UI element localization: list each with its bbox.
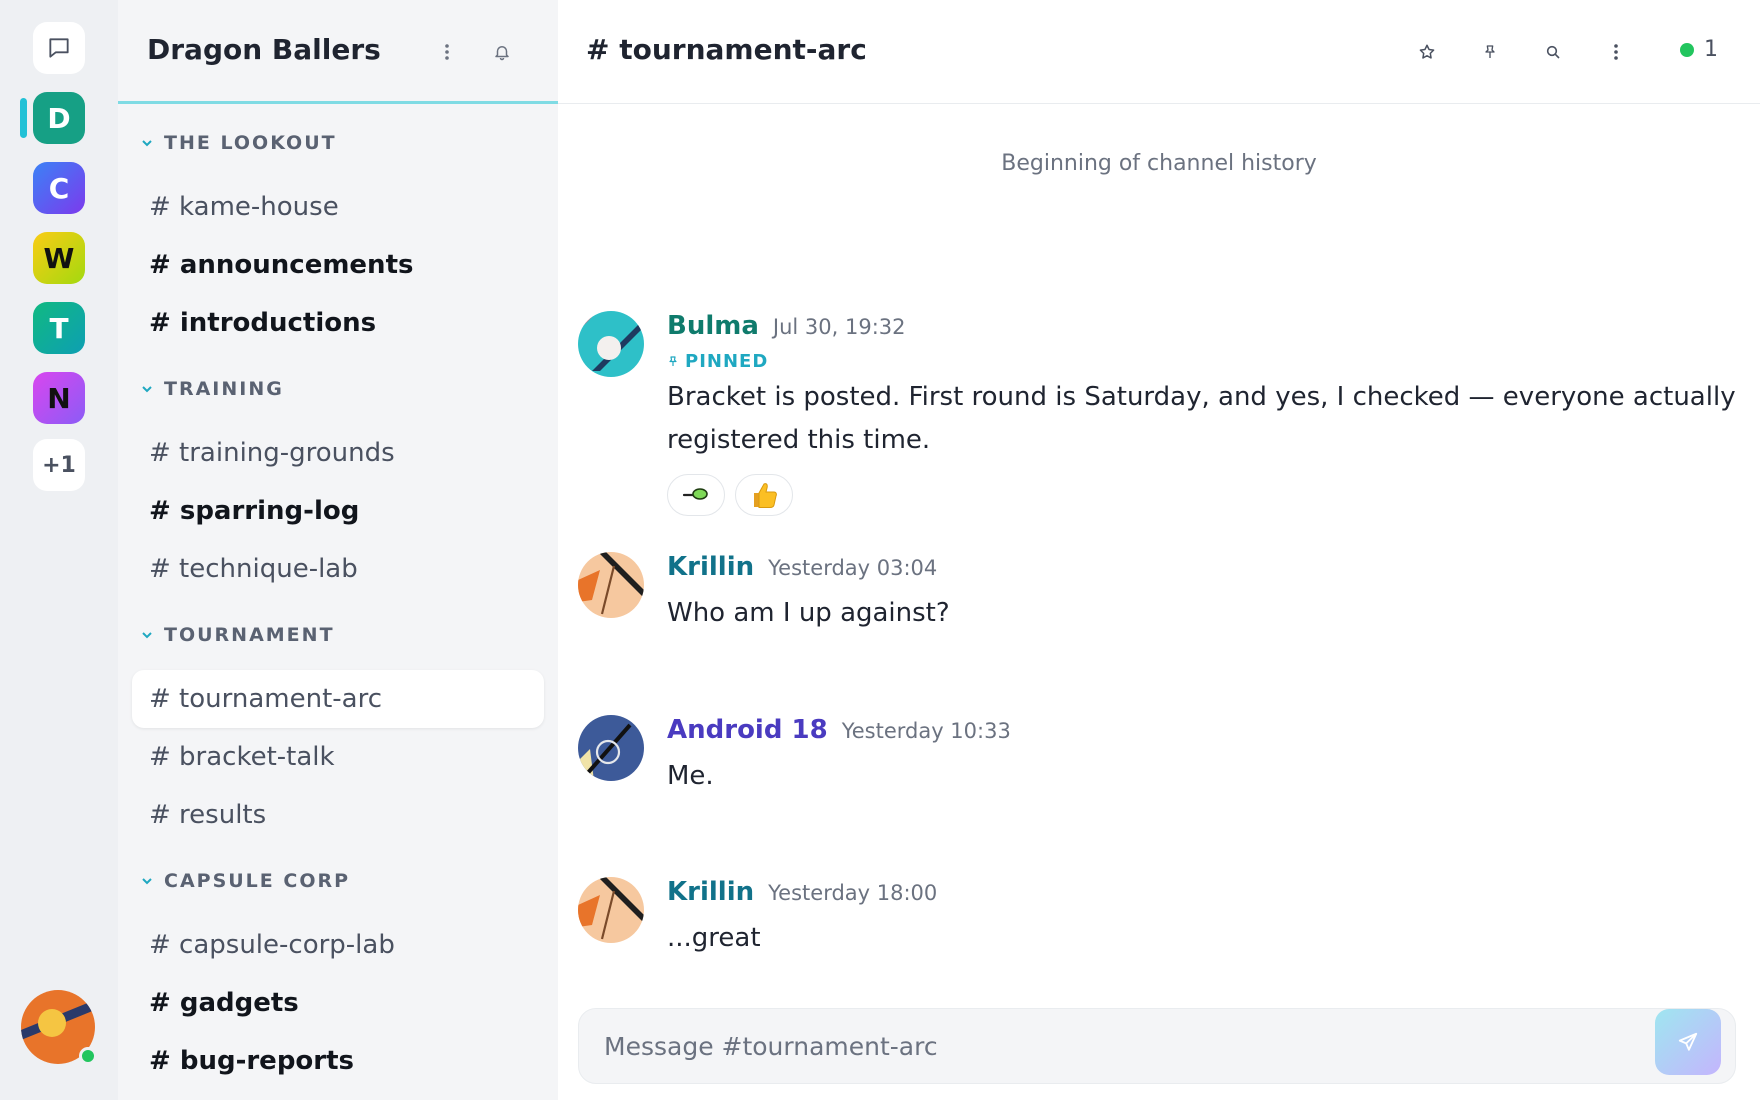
channel-introductions[interactable]: # introductions <box>132 294 544 352</box>
direct-messages-button[interactable] <box>33 22 85 74</box>
server-button-t[interactable]: T <box>33 302 85 354</box>
server-button-c[interactable]: C <box>33 162 85 214</box>
message-text: ...great <box>667 923 761 953</box>
message-text: Who am I up against? <box>667 598 950 628</box>
favorite-button[interactable] <box>1416 41 1438 63</box>
channel-results[interactable]: # results <box>132 786 544 844</box>
server-rail: D C W T N +1 <box>0 0 118 1100</box>
chevron-down-icon <box>142 386 152 393</box>
sidebar-header: Dragon Ballers <box>118 0 558 104</box>
category-the-lookout[interactable]: THE LOOKOUT <box>118 128 558 158</box>
channel-bracket-talk[interactable]: # bracket-talk <box>132 728 544 786</box>
online-status-dot <box>79 1047 97 1065</box>
thumbs-up-emoji <box>754 483 777 508</box>
vertical-dots-icon <box>1614 44 1618 60</box>
avatar-image <box>578 311 644 377</box>
notifications-button[interactable] <box>490 40 514 64</box>
message-input[interactable] <box>579 1009 1649 1083</box>
green-bean-emoji <box>682 488 708 500</box>
channel-sidebar: Dragon Ballers THE LOOKOUT # kame-house … <box>118 0 558 1100</box>
active-server-indicator <box>20 98 27 138</box>
message-timestamp: Yesterday 03:04 <box>768 556 938 580</box>
online-status-dot <box>1680 42 1694 57</box>
send-button[interactable] <box>1655 1009 1721 1075</box>
message-author[interactable]: Android 18 <box>667 715 828 745</box>
category-label: THE LOOKOUT <box>164 132 337 154</box>
channel-announcements[interactable]: # announcements <box>132 236 544 294</box>
channel-capsule-corp-lab[interactable]: # capsule-corp-lab <box>132 916 544 974</box>
search-icon <box>1546 45 1560 59</box>
category-label: TOURNAMENT <box>164 624 335 646</box>
reaction-thumbs-up[interactable] <box>735 474 793 516</box>
server-button-d[interactable]: D <box>33 92 85 144</box>
avatar-image <box>578 877 644 943</box>
category-label: TRAINING <box>164 378 284 400</box>
search-button[interactable] <box>1542 41 1564 63</box>
bell-icon <box>495 46 509 61</box>
channel-tournament-arc[interactable]: # tournament-arc <box>132 670 544 728</box>
chevron-down-icon <box>142 878 152 885</box>
server-button-n[interactable]: N <box>33 372 85 424</box>
server-letter: C <box>48 171 70 205</box>
message-timestamp: Yesterday 10:33 <box>841 719 1011 743</box>
server-letter: T <box>49 311 69 345</box>
message-text: Me. <box>667 761 714 791</box>
channel-bug-reports[interactable]: # bug-reports <box>132 1032 544 1090</box>
message-text: Bracket is posted. First round is Saturd… <box>667 382 1736 455</box>
pin-icon <box>1485 45 1495 58</box>
channel-gadgets[interactable]: # gadgets <box>132 974 544 1032</box>
channel-sparring-log[interactable]: # sparring-log <box>132 482 544 540</box>
history-start-note: Beginning of channel history <box>1001 151 1317 176</box>
chat-main: # tournament-arc 1 Beginning of channel … <box>558 0 1760 1100</box>
server-letter: D <box>47 101 71 135</box>
avatar-krillin[interactable] <box>578 877 644 943</box>
send-icon <box>1678 1032 1698 1051</box>
category-capsule-corp[interactable]: CAPSULE CORP <box>118 866 558 896</box>
channel-title: # tournament-arc <box>586 33 867 66</box>
reactions <box>667 474 1738 516</box>
channel-technique-lab[interactable]: # technique-lab <box>132 540 544 598</box>
avatar-image <box>578 552 644 618</box>
more-servers-button[interactable]: +1 <box>33 439 85 491</box>
message-author[interactable]: Krillin <box>667 552 754 582</box>
chevron-down-icon <box>142 632 152 639</box>
vertical-dots-icon <box>445 44 449 60</box>
pin-icon <box>669 356 677 366</box>
avatar-krillin[interactable] <box>578 552 644 618</box>
avatar-android-18[interactable] <box>578 715 644 781</box>
category-tournament[interactable]: TOURNAMENT <box>118 620 558 650</box>
category-training[interactable]: TRAINING <box>118 374 558 404</box>
chat-bubble-icon <box>49 38 69 58</box>
server-button-w[interactable]: W <box>33 232 85 284</box>
category-label: CAPSULE CORP <box>164 870 351 892</box>
pinned-badge: PINNED <box>667 351 1738 372</box>
pinned-messages-button[interactable] <box>1479 41 1501 63</box>
pinned-label: PINNED <box>685 351 769 372</box>
channel-training-grounds[interactable]: # training-grounds <box>132 424 544 482</box>
server-name: Dragon Ballers <box>147 33 381 66</box>
channel-header: # tournament-arc 1 <box>558 0 1760 104</box>
server-letter: N <box>47 381 71 415</box>
message-author[interactable]: Bulma <box>667 311 759 341</box>
avatar-bulma[interactable] <box>578 311 644 377</box>
star-icon <box>1419 44 1435 59</box>
server-menu-button[interactable] <box>435 40 459 64</box>
channel-kame-house[interactable]: # kame-house <box>132 178 544 236</box>
avatar-image <box>578 715 644 781</box>
message-timestamp: Jul 30, 19:32 <box>772 315 906 339</box>
chevron-down-icon <box>142 140 152 147</box>
online-count: 1 <box>1704 37 1718 62</box>
message-timestamp: Yesterday 18:00 <box>768 881 938 905</box>
message-author[interactable]: Krillin <box>667 877 754 907</box>
channel-menu-button[interactable] <box>1605 41 1627 63</box>
more-servers-label: +1 <box>42 452 76 478</box>
message-composer <box>578 1008 1736 1084</box>
reaction-senzu[interactable] <box>667 474 725 516</box>
server-letter: W <box>43 241 75 275</box>
online-members-indicator[interactable]: 1 <box>1680 37 1718 62</box>
